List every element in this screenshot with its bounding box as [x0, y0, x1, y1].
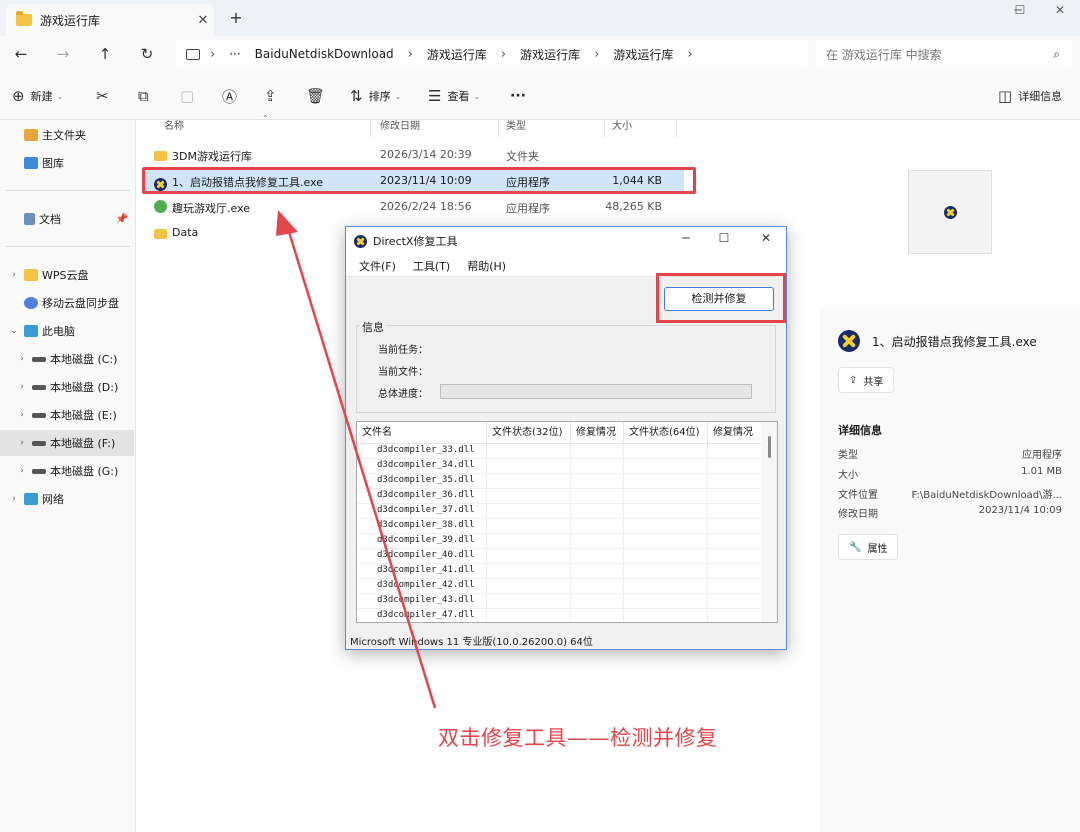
- arrow-head: [276, 210, 298, 236]
- annotation-text: 双击修复工具——检测并修复: [438, 726, 718, 750]
- arrow-line: [284, 221, 437, 709]
- annotation-arrow: [276, 210, 437, 709]
